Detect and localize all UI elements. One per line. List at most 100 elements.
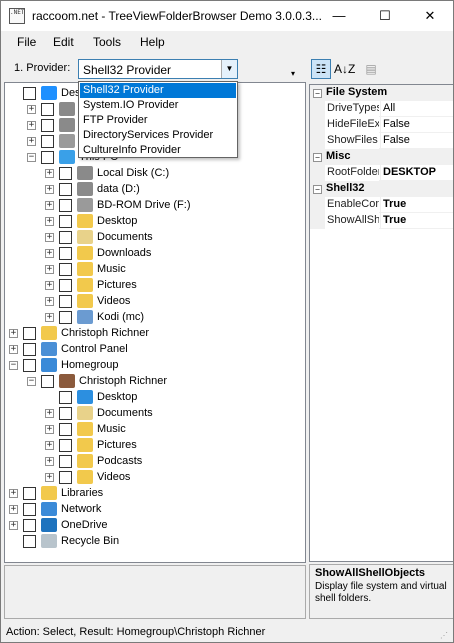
tree-node-checkbox[interactable] [23, 343, 36, 356]
tree-node[interactable]: + Desktop [5, 213, 305, 229]
provider-option[interactable]: DirectoryServices Provider [80, 128, 236, 143]
tree-node-checkbox[interactable] [59, 455, 72, 468]
tree-node-checkbox[interactable] [59, 247, 72, 260]
tree-node-checkbox[interactable] [59, 391, 72, 404]
tree-node[interactable]: + OneDrive [5, 517, 305, 533]
tree-node[interactable]: + Local Disk (C:) [5, 165, 305, 181]
tree-node-checkbox[interactable] [59, 167, 72, 180]
tree-node-checkbox[interactable] [59, 295, 72, 308]
property-row[interactable]: ShowFiles False [310, 133, 453, 149]
collapse-icon[interactable]: − [9, 361, 18, 370]
tree-node[interactable]: + Pictures [5, 437, 305, 453]
expand-icon[interactable]: + [9, 489, 18, 498]
tree-node-checkbox[interactable] [41, 151, 54, 164]
tree-node[interactable]: + BD-ROM Drive (F:) [5, 197, 305, 213]
expand-icon[interactable]: + [45, 409, 54, 418]
expand-icon[interactable]: + [9, 329, 18, 338]
property-value[interactable]: True [380, 197, 453, 213]
property-value[interactable]: False [380, 133, 453, 149]
tree-node[interactable]: − Homegroup [5, 357, 305, 373]
expand-icon[interactable]: + [45, 441, 54, 450]
property-value[interactable]: True [380, 213, 453, 229]
expand-icon[interactable]: + [45, 473, 54, 482]
expand-icon[interactable]: + [45, 297, 54, 306]
expand-icon[interactable]: + [45, 217, 54, 226]
expand-icon[interactable]: + [45, 313, 54, 322]
tree-node[interactable]: + Libraries [5, 485, 305, 501]
tree-node[interactable]: Desktop [5, 389, 305, 405]
tree-node[interactable]: + Pictures [5, 277, 305, 293]
tree-node-checkbox[interactable] [59, 439, 72, 452]
property-row[interactable]: HideFileExtensionsFalse [310, 117, 453, 133]
tree-node[interactable]: Recycle Bin [5, 533, 305, 549]
property-row[interactable]: ShowAllShellObjectsTrue [310, 213, 453, 229]
tree-node[interactable]: + Videos [5, 469, 305, 485]
tree-node-checkbox[interactable] [41, 119, 54, 132]
tree-node-checkbox[interactable] [23, 535, 36, 548]
tree-node-checkbox[interactable] [59, 311, 72, 324]
tree-node-checkbox[interactable] [59, 199, 72, 212]
tree-node-checkbox[interactable] [23, 519, 36, 532]
menu-file[interactable]: File [17, 35, 36, 49]
tree-node[interactable]: + data (D:) [5, 181, 305, 197]
tree-node-checkbox[interactable] [59, 407, 72, 420]
property-row[interactable]: RootFolder DESKTOP [310, 165, 453, 181]
tree-node-checkbox[interactable] [59, 215, 72, 228]
expand-icon[interactable]: + [45, 265, 54, 274]
tree-node-checkbox[interactable] [41, 103, 54, 116]
title-bar[interactable]: .NET raccoom.net - TreeViewFolderBrowser… [1, 1, 453, 31]
tree-node-checkbox[interactable] [59, 231, 72, 244]
dropdown-arrow-icon[interactable]: ▼ [221, 60, 237, 78]
property-category[interactable]: − File System [310, 85, 453, 101]
tree-node[interactable]: + Documents [5, 405, 305, 421]
toolbar-overflow-icon[interactable]: ▾ [291, 69, 295, 78]
collapse-icon[interactable]: − [313, 89, 322, 98]
collapse-icon[interactable]: − [313, 185, 322, 194]
expand-icon[interactable]: + [45, 425, 54, 434]
tree-node-checkbox[interactable] [59, 423, 72, 436]
tree-node-checkbox[interactable] [23, 327, 36, 340]
expand-icon[interactable]: + [45, 201, 54, 210]
maximize-button[interactable]: ☐ [362, 1, 408, 31]
tree-node[interactable]: + Control Panel [5, 341, 305, 357]
tree-node-checkbox[interactable] [41, 135, 54, 148]
tree-node[interactable]: + Music [5, 421, 305, 437]
expand-icon[interactable]: + [9, 505, 18, 514]
tree-node[interactable]: + Documents [5, 229, 305, 245]
expand-icon[interactable]: + [27, 105, 36, 114]
provider-option[interactable]: Shell32 Provider [80, 83, 236, 98]
menu-help[interactable]: Help [140, 35, 165, 49]
tree-node[interactable]: + Network [5, 501, 305, 517]
expand-icon[interactable]: + [9, 521, 18, 530]
tree-node[interactable]: + Christoph Richner [5, 325, 305, 341]
tree-node[interactable]: + Podcasts [5, 453, 305, 469]
collapse-icon[interactable]: − [27, 377, 36, 386]
expand-icon[interactable]: + [45, 185, 54, 194]
property-value[interactable]: DESKTOP [380, 165, 453, 181]
tree-node[interactable]: + Kodi (mc) [5, 309, 305, 325]
property-row[interactable]: EnableContextMenuTrue [310, 197, 453, 213]
menu-tools[interactable]: Tools [93, 35, 121, 49]
property-value[interactable]: All [380, 101, 453, 117]
collapse-icon[interactable]: − [27, 153, 36, 162]
minimize-button[interactable]: — [316, 1, 362, 31]
tree-node[interactable]: + Videos [5, 293, 305, 309]
tree-node-checkbox[interactable] [23, 487, 36, 500]
tree-node[interactable]: + Music [5, 261, 305, 277]
tree-node[interactable]: − Christoph Richner [5, 373, 305, 389]
expand-icon[interactable]: + [9, 345, 18, 354]
provider-option[interactable]: CultureInfo Provider [80, 143, 236, 158]
menu-edit[interactable]: Edit [53, 35, 74, 49]
expand-icon[interactable]: + [45, 233, 54, 242]
expand-icon[interactable]: + [27, 137, 36, 146]
expand-icon[interactable]: + [27, 121, 36, 130]
expand-icon[interactable]: + [45, 169, 54, 178]
tree-node-checkbox[interactable] [59, 263, 72, 276]
tree-node-checkbox[interactable] [23, 503, 36, 516]
expand-icon[interactable]: + [45, 457, 54, 466]
provider-option[interactable]: System.IO Provider [80, 98, 236, 113]
property-category[interactable]: − Misc [310, 149, 453, 165]
tree-node-checkbox[interactable] [59, 279, 72, 292]
resize-grip-icon[interactable]: ⋰ [440, 631, 450, 641]
provider-select[interactable]: Shell32 Provider ▼ [78, 59, 238, 79]
